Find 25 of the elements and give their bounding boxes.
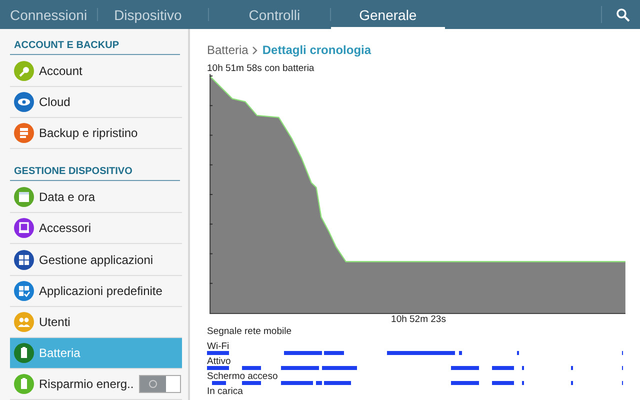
- tab[interactable]: Dispositivo: [98, 0, 208, 29]
- sidebar-item[interactable]: Gestione applicazioni: [10, 244, 182, 276]
- breadcrumb-link[interactable]: Batteria: [207, 43, 248, 57]
- chart-caption: 10h 51m 58s con batteria: [207, 63, 316, 74]
- chevron-icon: [252, 46, 258, 54]
- sidebar-item[interactable]: Accessori: [10, 213, 182, 244]
- section-header: GESTIONE DISPOSITIVO: [10, 163, 180, 182]
- row-label: Schermo acceso: [207, 371, 278, 382]
- sidebar-item[interactable]: Applicazioni predefinite: [10, 276, 182, 307]
- search-icon[interactable]: [616, 8, 630, 22]
- row-label: In carica: [207, 386, 243, 397]
- time-label: 10h 52m 23s: [390, 314, 447, 325]
- section-header: ACCOUNT E BACKUP: [10, 37, 180, 55]
- tab[interactable]: Controlli: [208, 0, 330, 29]
- sidebar-item[interactable]: Backup e ripristino: [10, 118, 182, 150]
- sidebar-item[interactable]: Risparmio energ..: [10, 368, 182, 400]
- row-label: Segnale rete mobile: [207, 326, 292, 337]
- sidebar-item[interactable]: Account: [10, 56, 182, 88]
- row-label: Wi-Fi: [207, 341, 230, 352]
- tab[interactable]: Connessioni: [0, 0, 98, 29]
- toggle-switch[interactable]: [138, 374, 181, 393]
- sidebar-item[interactable]: Cloud: [10, 87, 182, 118]
- breadcrumb-current: Dettagli cronologia: [262, 43, 372, 57]
- sidebar-item[interactable]: Data e ora: [10, 182, 182, 214]
- row-label: Attivo: [207, 356, 231, 367]
